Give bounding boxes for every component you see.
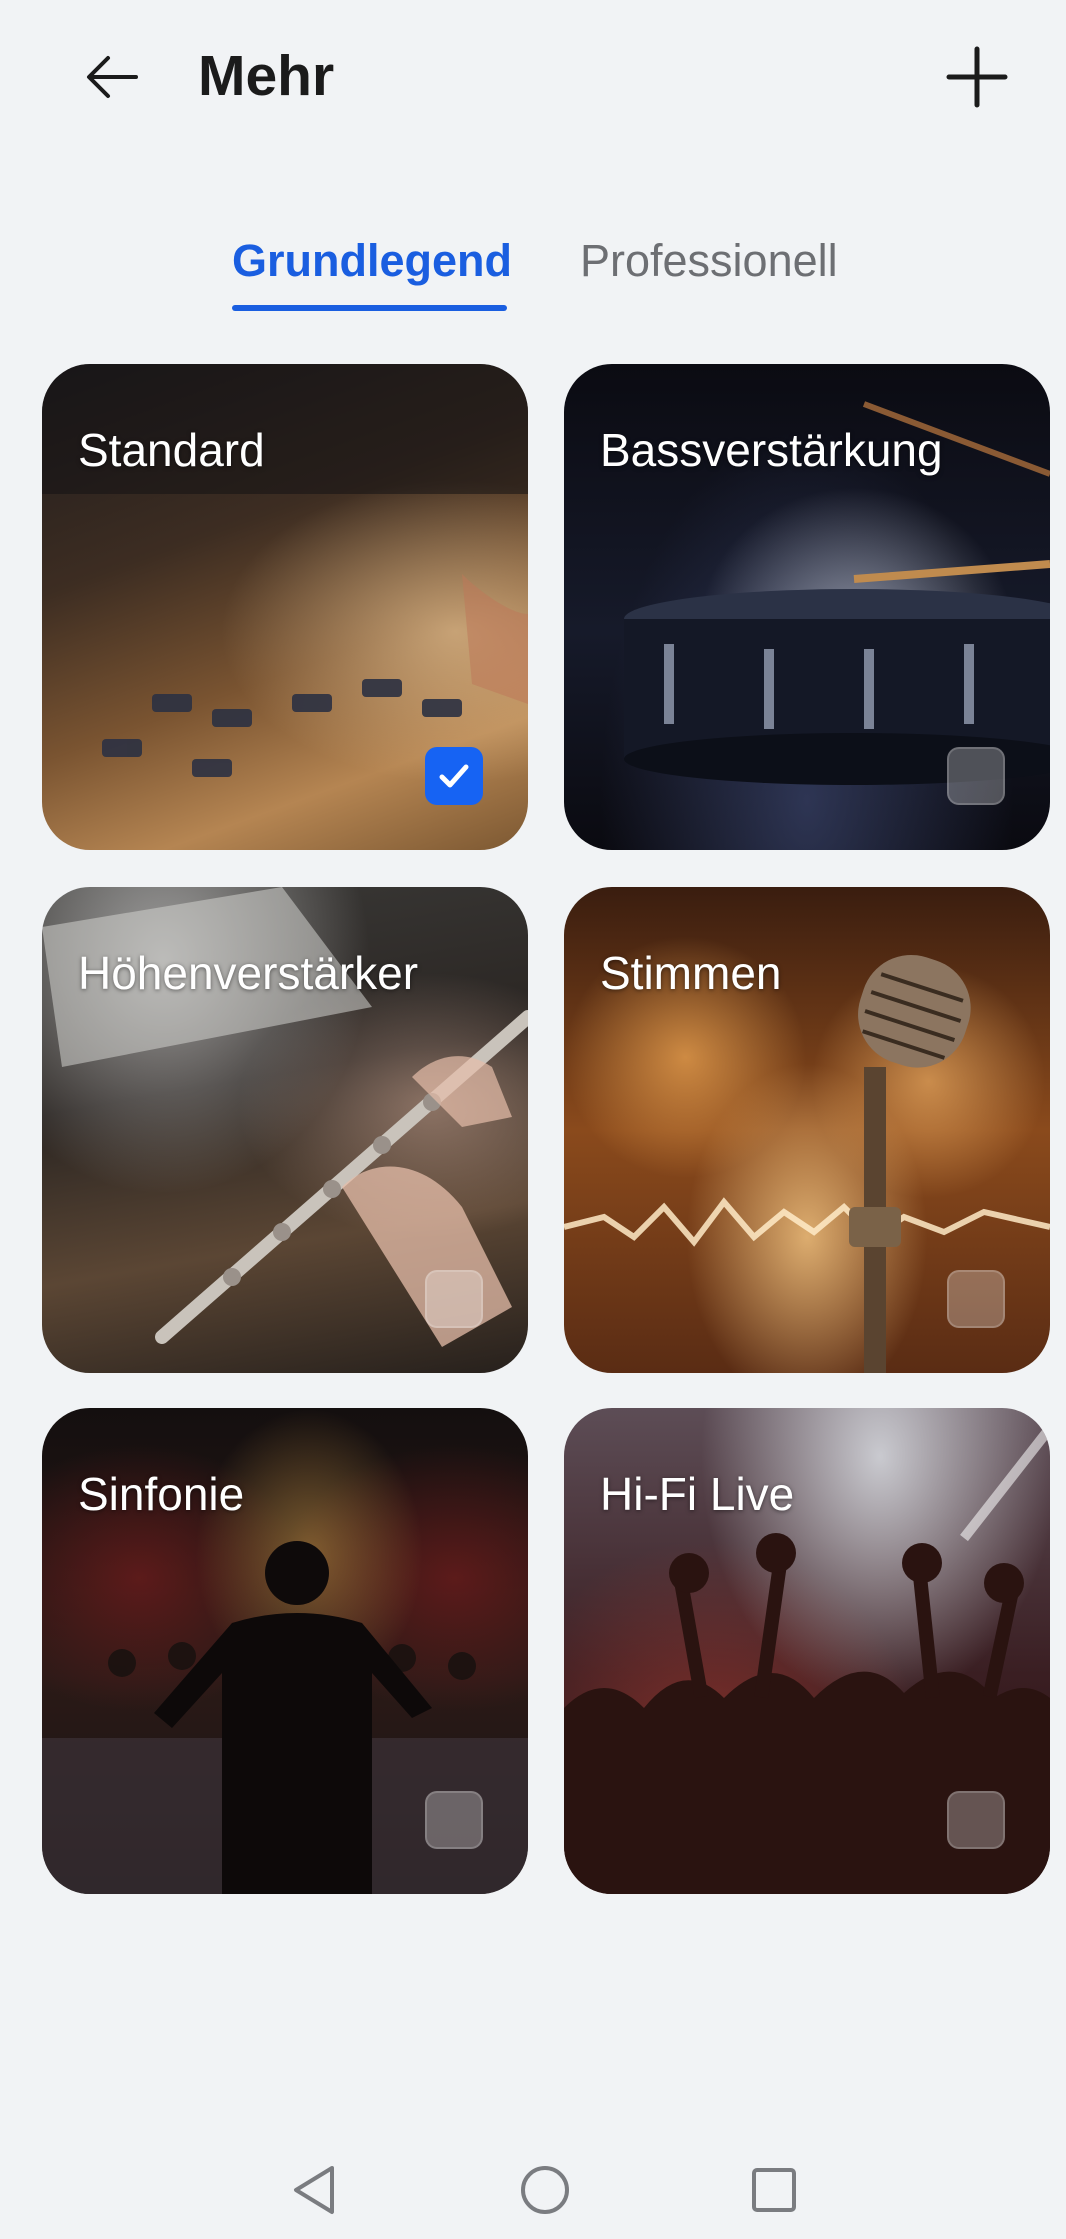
preset-checkbox[interactable] (947, 1270, 1005, 1328)
preset-card-hoehenverstaerker[interactable]: Höhenverstärker (42, 887, 528, 1373)
nav-recents-button[interactable] (734, 2150, 814, 2230)
tab-grundlegend[interactable]: Grundlegend (232, 232, 512, 290)
preset-label: Stimmen (600, 947, 782, 999)
preset-label: Höhenverstärker (78, 947, 419, 999)
preset-label: Standard (78, 424, 265, 476)
preset-card-standard[interactable]: Standard (42, 364, 528, 850)
preset-label: Bassverstärkung (600, 424, 943, 476)
back-button[interactable] (70, 35, 154, 119)
arrow-left-icon (87, 56, 138, 98)
preset-checkbox-checked[interactable] (425, 747, 483, 805)
plus-icon (946, 46, 1008, 108)
tab-professionell[interactable]: Professionell (580, 232, 838, 290)
active-tab-indicator (232, 305, 507, 311)
triangle-back-icon (294, 2166, 334, 2214)
preset-checkbox[interactable] (425, 1791, 483, 1849)
preset-checkbox[interactable] (947, 747, 1005, 805)
preset-card-sinfonie[interactable]: Sinfonie (42, 1408, 528, 1894)
add-button[interactable] (935, 35, 1019, 119)
square-recents-icon (752, 2168, 796, 2212)
preset-label: Sinfonie (78, 1468, 245, 1520)
circle-home-icon (521, 2166, 569, 2214)
preset-label: Hi-Fi Live (600, 1468, 795, 1520)
page-title: Mehr (198, 44, 335, 108)
preset-card-stimmen[interactable]: Stimmen (564, 887, 1050, 1373)
preset-checkbox[interactable] (947, 1791, 1005, 1849)
nav-home-button[interactable] (505, 2150, 585, 2230)
preset-checkbox[interactable] (425, 1270, 483, 1328)
system-navigation-bar (0, 2140, 1066, 2239)
preset-card-hifi-live[interactable]: Hi-Fi Live (564, 1408, 1050, 1894)
nav-back-button[interactable] (274, 2150, 354, 2230)
preset-card-bassverstaerkung[interactable]: Bassverstärkung (564, 364, 1050, 850)
app-header: Mehr (0, 0, 1066, 150)
checkmark-icon (439, 764, 469, 788)
